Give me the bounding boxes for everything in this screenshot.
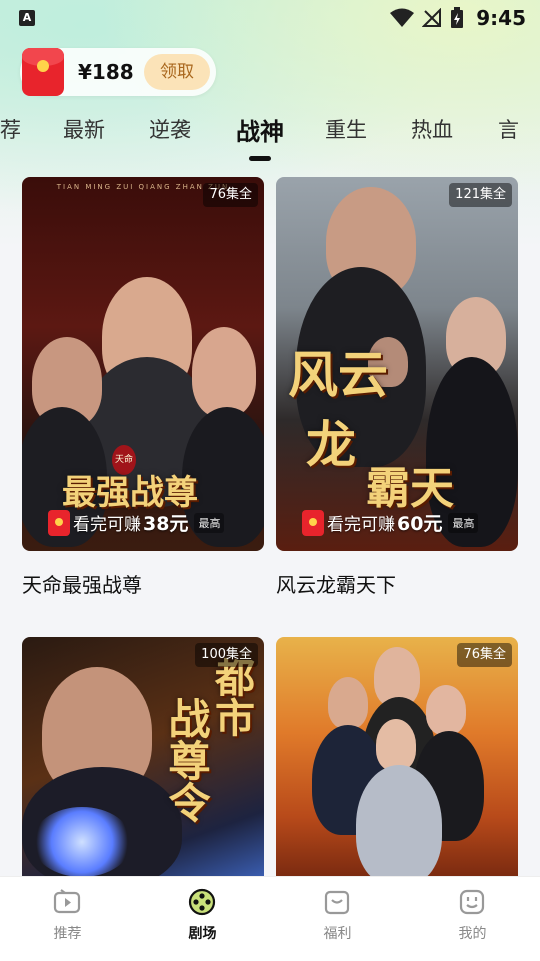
nav-label: 福利 [323, 926, 352, 942]
earn-amount: 60元 [397, 513, 443, 535]
no-signal-icon [422, 8, 442, 27]
play-screen-icon [53, 889, 81, 914]
red-envelope-icon [48, 509, 70, 536]
tab-war-god[interactable]: 战神 [236, 112, 284, 147]
poster-title-art-3: 霸天 [366, 463, 454, 514]
red-envelope-icon [302, 509, 324, 536]
earn-text: 看完可赚 [327, 515, 395, 535]
bottom-navigation: 推荐 剧场 福利 我的 [0, 876, 540, 961]
drama-title[interactable]: 风云龙霸天下 [276, 569, 396, 598]
nav-benefits[interactable]: 福利 [270, 877, 405, 961]
tab-counterattack[interactable]: 逆袭 [149, 114, 191, 144]
poster-title-art-2: 战尊令 [162, 697, 211, 823]
poster-title-art: 最强战尊 [62, 473, 198, 513]
earn-text: 看完可赚 [73, 515, 141, 535]
tab-recommend[interactable]: 荐 [0, 114, 21, 144]
film-reel-icon [188, 888, 216, 916]
wifi-icon [390, 8, 415, 27]
nav-profile[interactable]: 我的 [405, 877, 540, 961]
clock: 9:45 [476, 6, 526, 30]
poster-title-art: 风云 [288, 345, 388, 404]
tab-latest[interactable]: 最新 [63, 114, 105, 144]
earn-amount: 38元 [143, 513, 189, 535]
episode-count-badge: 76集全 [203, 183, 258, 207]
earn-note: 最高 [448, 512, 479, 533]
drama-title[interactable]: 天命最强战尊 [22, 569, 142, 598]
category-tabs: 荐 最新 逆袭 战神 重生 热血 言 [0, 104, 540, 164]
tab-hot-blood[interactable]: 热血 [411, 114, 453, 144]
episode-count-badge: 121集全 [449, 183, 512, 207]
nav-theater[interactable]: 剧场 [135, 877, 270, 961]
reward-amount: ¥188 [78, 60, 134, 84]
nav-label: 剧场 [188, 926, 217, 942]
drama-poster[interactable]: 风云 龙 霸天 121集全 看完可赚 60元 最高 [276, 177, 518, 551]
active-tab-indicator [249, 156, 271, 161]
app-notification-icon: A [19, 10, 35, 26]
claim-button[interactable]: 领取 [144, 54, 210, 90]
nav-recommend[interactable]: 推荐 [0, 877, 135, 961]
smile-face-icon [459, 889, 485, 915]
drama-poster[interactable]: TIAN MING ZUI QIANG ZHAN ZUN 天命 最强战尊 76集… [22, 177, 264, 551]
reward-pill[interactable]: ¥188 领取 [20, 48, 216, 96]
episode-count-badge: 76集全 [457, 643, 512, 667]
battery-charging-icon [451, 7, 464, 28]
status-bar: A 9:45 [0, 0, 540, 36]
red-envelope-icon [22, 48, 64, 96]
episode-count-badge: 100集全 [195, 643, 258, 667]
drama-poster[interactable]: 都市 战尊令 100集全 [22, 637, 264, 877]
tab-romance[interactable]: 言 [498, 114, 519, 144]
gift-box-icon [324, 890, 350, 915]
earn-banner: 看完可赚 60元 最高 [302, 509, 479, 536]
nav-label: 推荐 [53, 926, 82, 942]
poster-title-art-2: 龙 [306, 415, 356, 474]
earn-banner: 看完可赚 38元 最高 [48, 509, 225, 536]
nav-label: 我的 [458, 926, 487, 942]
drama-poster[interactable]: 76集全 [276, 637, 518, 877]
earn-note: 最高 [194, 512, 225, 533]
tab-rebirth[interactable]: 重生 [325, 114, 367, 144]
